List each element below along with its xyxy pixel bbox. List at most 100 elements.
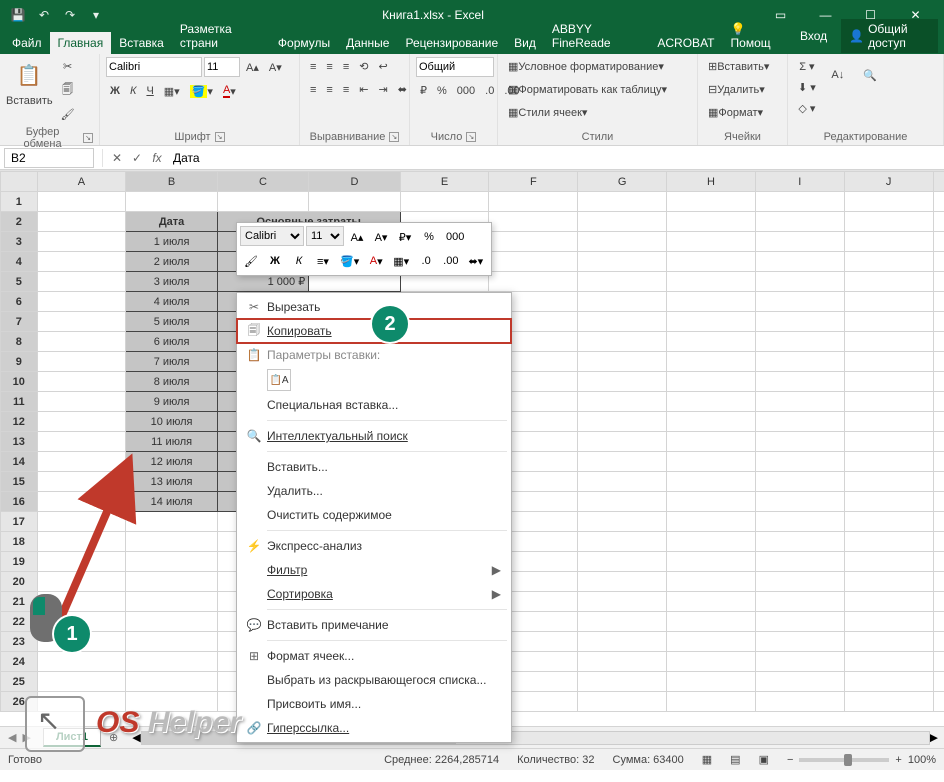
copy-icon[interactable]: 🗐: [57, 78, 79, 103]
cell[interactable]: [37, 412, 126, 432]
cell[interactable]: [578, 512, 667, 532]
cell[interactable]: [37, 652, 126, 672]
cell[interactable]: [933, 292, 944, 312]
cell[interactable]: [933, 412, 944, 432]
indent-dec-icon[interactable]: ⇤: [355, 80, 372, 99]
cell[interactable]: [578, 632, 667, 652]
mini-dec-decimal-icon[interactable]: .00: [439, 250, 462, 272]
cell[interactable]: [755, 552, 844, 572]
cell[interactable]: [400, 192, 489, 212]
cell[interactable]: [933, 252, 944, 272]
cell[interactable]: [578, 592, 667, 612]
cell[interactable]: [755, 252, 844, 272]
cell[interactable]: [933, 532, 944, 552]
cell[interactable]: [578, 532, 667, 552]
tab-abbyy[interactable]: ABBYY FineReade: [544, 18, 650, 54]
cell[interactable]: [667, 332, 756, 352]
cell[interactable]: [578, 332, 667, 352]
cell[interactable]: [667, 552, 756, 572]
cell[interactable]: [844, 212, 933, 232]
cell[interactable]: [578, 612, 667, 632]
cell[interactable]: [844, 432, 933, 452]
cell[interactable]: [933, 452, 944, 472]
cell[interactable]: [126, 592, 217, 612]
cells-delete-button[interactable]: ⊟ Удалить ▾: [704, 80, 769, 99]
cell[interactable]: [667, 472, 756, 492]
cells-insert-button[interactable]: ⊞ Вставить ▾: [704, 57, 773, 76]
cell[interactable]: [844, 412, 933, 432]
cell[interactable]: [667, 532, 756, 552]
cell[interactable]: [37, 532, 126, 552]
col-header[interactable]: B: [126, 172, 217, 192]
cell[interactable]: 1 июля: [126, 232, 217, 252]
cell[interactable]: [126, 192, 217, 212]
cells-format-button[interactable]: ▦ Формат ▾: [704, 103, 767, 122]
mini-size-combo[interactable]: 11: [306, 226, 344, 246]
tab-acrobat[interactable]: ACROBAT: [649, 32, 722, 54]
cell[interactable]: [933, 332, 944, 352]
mini-font-color-icon[interactable]: A▾: [365, 250, 387, 272]
cell[interactable]: [667, 212, 756, 232]
cell[interactable]: [489, 272, 578, 292]
autosum-icon[interactable]: Σ ▾: [794, 57, 820, 76]
tab-formulas[interactable]: Формулы: [270, 32, 338, 54]
mini-currency-icon[interactable]: ₽▾: [394, 226, 416, 248]
cell[interactable]: [755, 272, 844, 292]
zoom-level[interactable]: 100%: [908, 754, 936, 766]
row-header[interactable]: 18: [1, 532, 38, 552]
cell[interactable]: [933, 592, 944, 612]
font-name-combo[interactable]: [106, 57, 202, 77]
cell[interactable]: [755, 492, 844, 512]
tab-review[interactable]: Рецензирование: [397, 32, 506, 54]
border-button[interactable]: ▦▾: [160, 82, 184, 101]
currency-icon[interactable]: ₽: [416, 81, 431, 100]
cell[interactable]: [933, 272, 944, 292]
mini-shrink-font-icon[interactable]: A▾: [370, 226, 392, 248]
cell[interactable]: [489, 192, 578, 212]
cell[interactable]: [667, 412, 756, 432]
cell[interactable]: [578, 672, 667, 692]
cell[interactable]: [933, 232, 944, 252]
align-center-icon[interactable]: ≡: [322, 81, 336, 99]
tab-view[interactable]: Вид: [506, 32, 544, 54]
cell[interactable]: 4 июля: [126, 292, 217, 312]
row-header[interactable]: 11: [1, 392, 38, 412]
row-header[interactable]: 9: [1, 352, 38, 372]
cell[interactable]: [667, 432, 756, 452]
cell[interactable]: [37, 512, 126, 532]
cell[interactable]: [578, 272, 667, 292]
cell[interactable]: [755, 672, 844, 692]
cell[interactable]: [844, 632, 933, 652]
cell[interactable]: [844, 232, 933, 252]
col-header[interactable]: D: [309, 172, 400, 192]
cell[interactable]: [489, 212, 578, 232]
font-color-button[interactable]: A▾: [219, 81, 240, 101]
row-header[interactable]: 12: [1, 412, 38, 432]
cell[interactable]: [126, 632, 217, 652]
mini-fill-color-icon[interactable]: 🪣▾: [336, 250, 363, 272]
row-header[interactable]: 2: [1, 212, 38, 232]
cell[interactable]: [755, 532, 844, 552]
cell[interactable]: [126, 512, 217, 532]
cell[interactable]: Дата: [126, 212, 217, 232]
cell[interactable]: [755, 472, 844, 492]
col-header[interactable]: A: [37, 172, 126, 192]
zoom-in-icon[interactable]: +: [895, 754, 901, 766]
orientation-icon[interactable]: ⟲: [355, 57, 372, 76]
cell[interactable]: 10 июля: [126, 412, 217, 432]
cell[interactable]: [578, 692, 667, 712]
cell[interactable]: [933, 512, 944, 532]
ctx-smart-lookup[interactable]: 🔍Интеллектуальный поиск: [237, 424, 511, 448]
cell[interactable]: 11 июля: [126, 432, 217, 452]
cell[interactable]: [37, 472, 126, 492]
cell[interactable]: [667, 592, 756, 612]
cell[interactable]: [667, 452, 756, 472]
cell[interactable]: [126, 552, 217, 572]
cell[interactable]: [755, 572, 844, 592]
cell[interactable]: [667, 632, 756, 652]
cell[interactable]: [667, 372, 756, 392]
shrink-font-icon[interactable]: A▾: [265, 58, 286, 77]
mini-grow-font-icon[interactable]: A▴: [346, 226, 368, 248]
cancel-formula-icon[interactable]: ✕: [107, 151, 127, 165]
tab-file[interactable]: Файл: [4, 32, 50, 54]
